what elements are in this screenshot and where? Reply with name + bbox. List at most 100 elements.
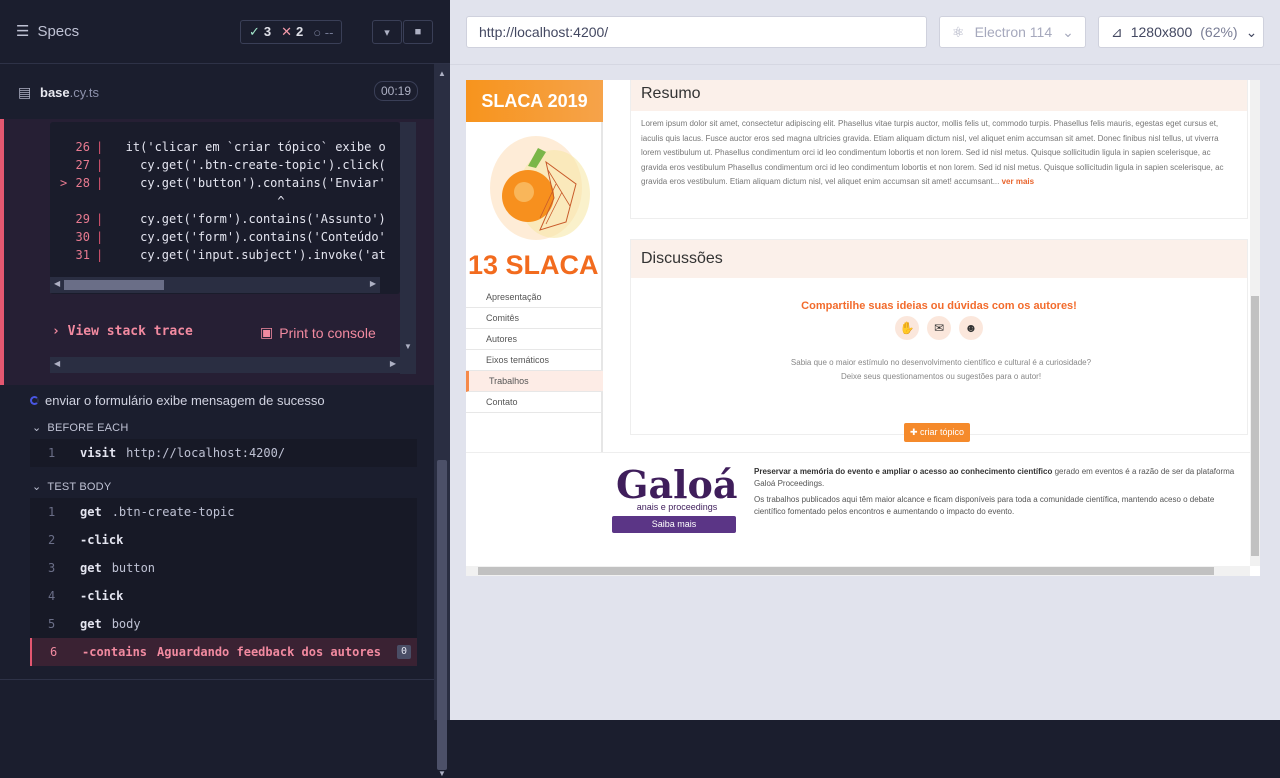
command-message: Aguardando feedback dos autores: [157, 645, 381, 659]
command-message: .btn-create-topic: [111, 505, 235, 519]
x-icon: ✕: [281, 24, 293, 39]
browser-selector[interactable]: ⚛ Electron 114 ⌄: [939, 16, 1086, 48]
scroll-thumb[interactable]: [437, 460, 447, 770]
scroll-up-icon[interactable]: ▲: [438, 69, 446, 78]
scroll-right-icon[interactable]: ▶: [370, 279, 376, 288]
element-count-badge: 0: [397, 645, 411, 659]
line-number: 29: [75, 212, 90, 226]
line-number: 28: [75, 176, 90, 190]
code-line: 29 | cy.get('form').contains('Assunto'): [50, 210, 400, 228]
scroll-down-icon[interactable]: ▼: [438, 769, 446, 778]
criar-topico-button[interactable]: ✚ criar tópico: [904, 423, 971, 442]
code-frame-hscroll[interactable]: ◀ ▶: [50, 277, 380, 293]
discussoes-card: Discussões Compartilhe suas ideias ou dú…: [630, 239, 1248, 435]
code-line: ^: [50, 192, 400, 210]
aut-vscroll-thumb[interactable]: [1251, 296, 1259, 556]
test-stats: ✓ 3 ✕ 2 ○ --: [240, 20, 343, 44]
command-log-scrollbar[interactable]: ▲ ▼: [434, 64, 450, 778]
command-name: -contains Aguardando feedback dos autores: [82, 645, 381, 659]
logo-text: 13 SLACA: [468, 250, 599, 280]
ver-mais-link[interactable]: ver mais: [1002, 177, 1034, 186]
scroll-down-icon[interactable]: ▼: [404, 342, 412, 351]
scroll-left-icon[interactable]: ◀: [54, 359, 60, 368]
url-input[interactable]: http://localhost:4200/: [466, 16, 927, 48]
scroll-right-icon[interactable]: ▶: [390, 359, 396, 368]
specs-header: ☰ Specs ✓ 3 ✕ 2 ○ -- ▾ ■: [0, 0, 450, 64]
code-frame: 26 | it('clicar em `criar tópico` exibe o…: [50, 122, 400, 294]
command-row[interactable]: 5 get body: [30, 610, 417, 638]
command-row[interactable]: 6 -contains Aguardando feedback dos autore…: [30, 638, 417, 666]
command-name: get body: [80, 617, 141, 631]
aut-hscroll[interactable]: [466, 566, 1250, 576]
chevron-down-icon: ⌄: [1245, 24, 1258, 40]
command-row[interactable]: 1 get .btn-create-topic: [30, 498, 417, 526]
specs-toggle[interactable]: ☰ Specs: [16, 22, 80, 41]
code-line: 31 | cy.get('input.subject').invoke('at: [50, 246, 400, 264]
electron-icon: ⚛: [952, 24, 965, 40]
expand-button[interactable]: ▾: [372, 20, 402, 44]
command-number: 2: [48, 533, 56, 547]
running-test-title[interactable]: enviar o formulário exibe mensagem de su…: [30, 393, 325, 408]
command-row[interactable]: 2 -click: [30, 526, 417, 554]
command-number: 3: [48, 561, 56, 575]
spec-file-name[interactable]: base.cy.ts: [40, 85, 99, 100]
event-brand[interactable]: SLACA 2019: [466, 80, 603, 122]
hscroll-thumb[interactable]: [64, 280, 164, 290]
line-number: 31: [75, 248, 90, 262]
nav-item[interactable]: Apresentação: [466, 287, 603, 308]
share-title: Compartilhe suas ideias ou dúvidas com o…: [801, 300, 1077, 312]
code-line: >28 | cy.get('button').contains('Enviar': [50, 174, 400, 192]
command-row[interactable]: 1 visit http://localhost:4200/: [30, 439, 417, 467]
console-icon: ▣: [260, 324, 274, 340]
code-text: cy.get('form').contains('Conteúdo': [111, 230, 386, 244]
line-number: 26: [75, 140, 90, 154]
error-vscroll[interactable]: ▼: [400, 122, 416, 374]
nav-item[interactable]: Trabalhos: [466, 371, 603, 392]
code-text: ^: [111, 194, 285, 208]
chevron-down-icon: ⌄: [32, 481, 42, 493]
resumo-text: Lorem ipsum dolor sit amet, consectetur …: [641, 119, 1224, 186]
duration-badge: 00:19: [374, 81, 419, 101]
nav-item[interactable]: Comitês: [466, 308, 603, 329]
command-row[interactable]: 3 get button: [30, 554, 417, 582]
chat-icon: ✉: [927, 316, 951, 340]
command-message: body: [111, 617, 141, 631]
view-stack-trace-link[interactable]: › View stack trace: [52, 324, 193, 339]
event-logo: 13 SLACA: [466, 122, 603, 282]
share-text: Sabia que o maior estímulo no desenvolvi…: [790, 358, 1092, 381]
stop-button[interactable]: ■: [403, 20, 433, 44]
discussoes-title: Discussões: [631, 240, 1247, 278]
code-line: 30 | cy.get('form').contains('Conteúdo': [50, 228, 400, 246]
resumo-card: Resumo Lorem ipsum dolor sit amet, conse…: [630, 80, 1248, 219]
aut-vscroll[interactable]: [1250, 80, 1260, 566]
cypress-command-log: ☰ Specs ✓ 3 ✕ 2 ○ -- ▾ ■ ▤ base.cy.ts 00:1…: [0, 0, 450, 778]
command-name: visit http://localhost:4200/: [80, 446, 286, 460]
command-row[interactable]: 4 -click: [30, 582, 417, 610]
command-name: get button: [80, 561, 156, 575]
scroll-left-icon[interactable]: ◀: [54, 279, 60, 288]
people-icon: ☻: [959, 316, 983, 340]
test-body-header[interactable]: ⌄ TEST BODY: [32, 480, 111, 494]
code-text: it('clicar em `criar tópico` exibe o: [111, 140, 386, 154]
code-text: cy.get('form').contains('Assunto'): [111, 212, 386, 226]
error-hscroll[interactable]: ◀ ▶: [50, 357, 400, 373]
nav-item[interactable]: Eixos temáticos: [466, 350, 603, 371]
pending-stat: ○ --: [313, 24, 334, 40]
aut-hscroll-thumb[interactable]: [478, 567, 1214, 575]
code-text: cy.get('.btn-create-topic').click(: [111, 158, 386, 172]
divider: [450, 64, 1280, 65]
saiba-mais-button[interactable]: Saiba mais: [612, 516, 736, 533]
nav-item[interactable]: Autores: [466, 329, 603, 350]
code-line: 26 | it('clicar em `criar tópico` exibe o: [50, 138, 400, 156]
nav-item[interactable]: Contato: [466, 392, 603, 413]
print-to-console-button[interactable]: ▣ Print to console: [260, 324, 376, 341]
viewport-selector[interactable]: ⊿ 1280x800 (62%) ⌄: [1098, 16, 1264, 48]
footer-text: Preservar a memória do evento e ampliar …: [754, 467, 1235, 516]
before-each-header[interactable]: ⌄ BEFORE EACH: [32, 421, 128, 435]
command-name: -click: [80, 533, 124, 547]
galoa-subtitle: anais e proceedings: [636, 502, 718, 512]
specs-label: Specs: [37, 22, 80, 40]
chevron-down-icon: ⌄: [32, 422, 42, 434]
command-name: -click: [80, 589, 124, 603]
code-text: cy.get('input.subject').invoke('at: [111, 248, 386, 262]
